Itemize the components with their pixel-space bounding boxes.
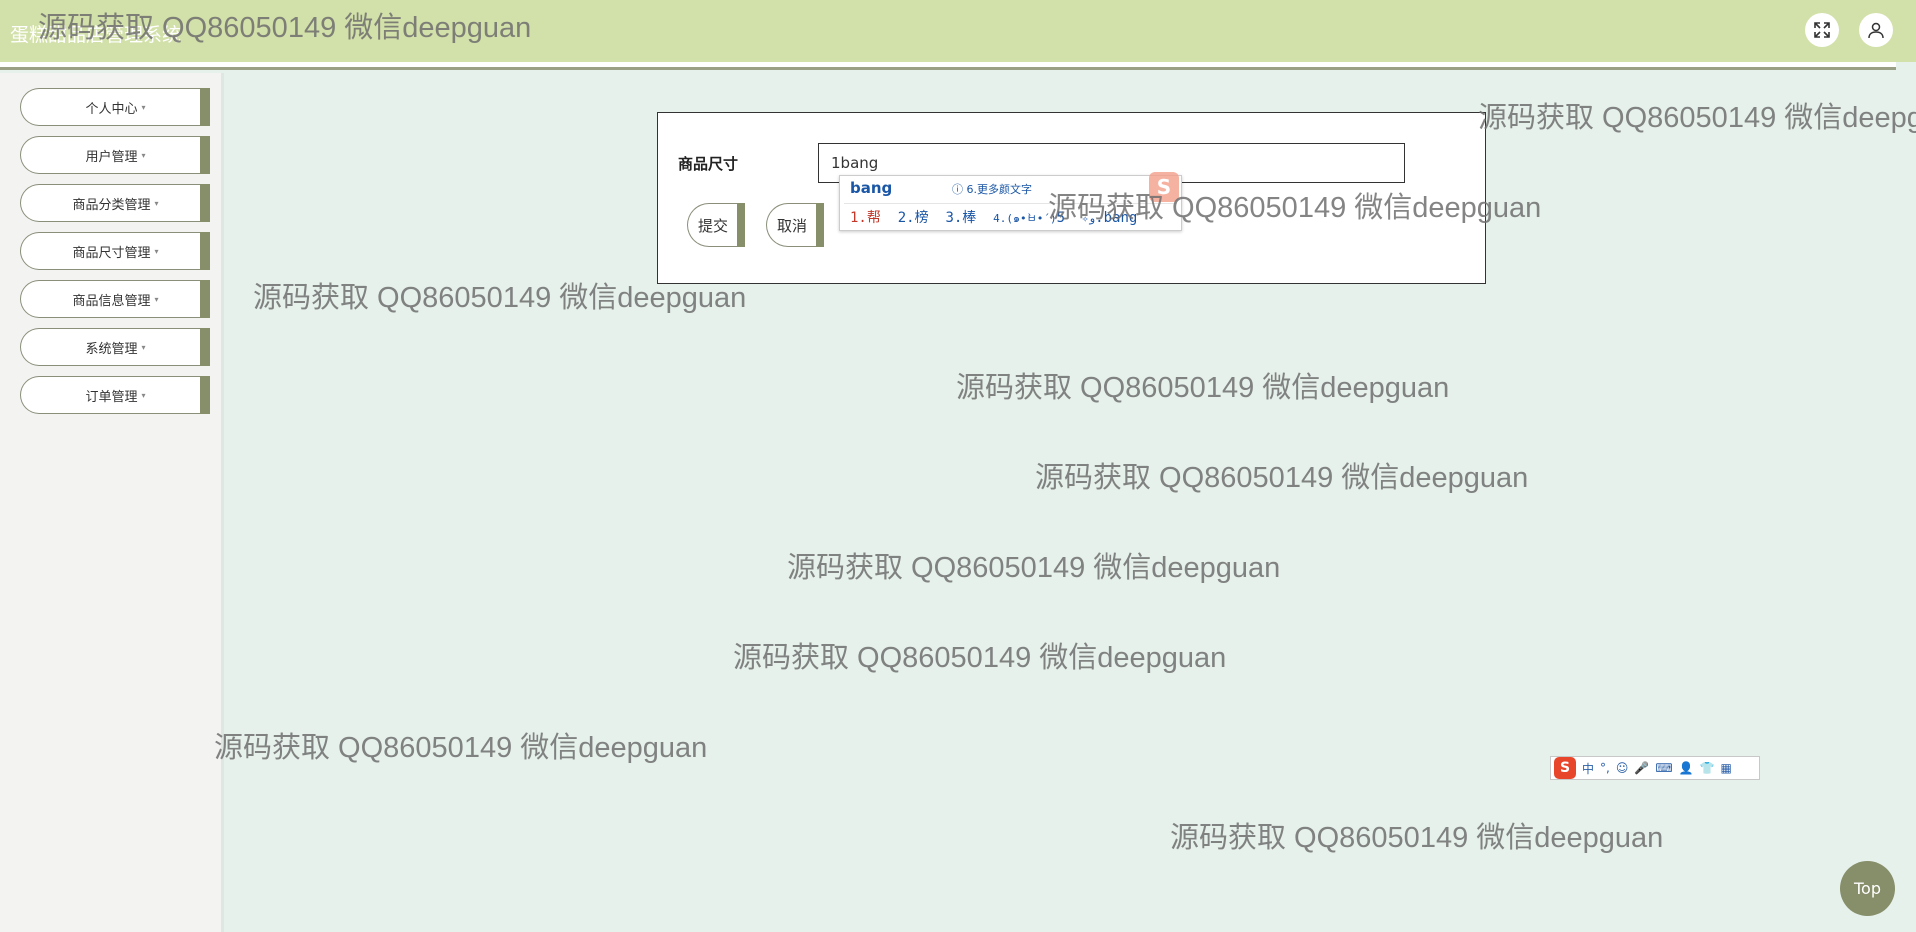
cancel-label: 取消 <box>777 216 808 235</box>
submit-label: 提交 <box>698 216 729 235</box>
chevron-down-icon: ▾ <box>154 294 159 304</box>
watermark: 源码获取 QQ86050149 微信deepguan <box>214 732 708 764</box>
sidebar-item-label: 系统管理 <box>85 341 138 357</box>
toolbox-icon[interactable]: ▦ <box>1721 761 1732 775</box>
punctuation-icon[interactable]: °, <box>1600 761 1610 775</box>
watermark: 源码获取 QQ86050149 微信deepguan <box>733 642 1227 674</box>
ime-candidate[interactable]: 1.帮 <box>850 210 881 226</box>
watermark: 源码获取 QQ86050149 微信deepguan <box>1035 462 1529 494</box>
sidebar-item-label: 商品分类管理 <box>72 197 151 213</box>
sidebar-item-label: 商品信息管理 <box>72 293 151 309</box>
submit-button[interactable]: 提交 <box>687 203 745 247</box>
chevron-down-icon: ▾ <box>141 390 146 400</box>
chevron-down-icon: ▾ <box>141 150 146 160</box>
chevron-down-icon: ▾ <box>154 198 159 208</box>
skin-icon[interactable]: 👕 <box>1700 761 1715 775</box>
sidebar-item-personal-center[interactable]: 个人中心 ▾ <box>20 88 210 126</box>
sidebar-item-label: 用户管理 <box>85 149 138 165</box>
header-divider <box>0 62 1896 70</box>
watermark: 源码获取 QQ86050149 微信deepguan <box>1478 102 1916 134</box>
user-icon <box>1868 22 1884 39</box>
chevron-down-icon: ▾ <box>141 102 146 112</box>
chevron-down-icon: ▾ <box>141 342 146 352</box>
ime-more-hint[interactable]: ⓘ 6.更多颜文字 <box>952 181 1032 197</box>
sidebar-item-system-management[interactable]: 系统管理 ▾ <box>20 328 210 366</box>
sidebar-item-label: 商品尺寸管理 <box>72 245 151 261</box>
sidebar-item-label: 个人中心 <box>85 101 138 117</box>
watermark: 源码获取 QQ86050149 微信deepguan <box>1048 192 1542 224</box>
ime-composition: bang <box>850 179 893 197</box>
watermark: 源码获取 QQ86050149 微信deepguan <box>1170 822 1664 854</box>
sogou-logo-icon[interactable]: S <box>1554 757 1576 779</box>
watermark: 源码获取 QQ86050149 微信deepguan <box>956 372 1450 404</box>
sidebar: 个人中心 ▾ 用户管理 ▾ 商品分类管理 ▾ 商品尺寸管理 ▾ 商品信息管理 ▾ 系统管理… <box>0 73 224 932</box>
ime-status-bar: S 中 °, ☺ 🎤 ⌨ 👤 👕 ▦ <box>1550 756 1760 780</box>
user-icon[interactable]: 👤 <box>1679 761 1694 775</box>
chinese-mode-icon[interactable]: 中 <box>1582 760 1594 777</box>
expand-icon <box>1814 22 1830 38</box>
sidebar-item-user-management[interactable]: 用户管理 ▾ <box>20 136 210 174</box>
sidebar-item-product-management[interactable]: 商品信息管理 ▾ <box>20 280 210 318</box>
watermark: 源码获取 QQ86050149 微信deepguan <box>787 552 1281 584</box>
keyboard-icon[interactable]: ⌨ <box>1655 761 1672 775</box>
sidebar-item-category-management[interactable]: 商品分类管理 ▾ <box>20 184 210 222</box>
cancel-button[interactable]: 取消 <box>766 203 824 247</box>
emoji-icon[interactable]: ☺ <box>1616 761 1629 775</box>
size-field-label: 商品尺寸 <box>678 155 739 173</box>
watermark: 源码获取 QQ86050149 微信deepguan <box>253 282 747 314</box>
ime-candidate[interactable]: 3.棒 <box>945 210 976 226</box>
back-to-top-button[interactable]: Top <box>1840 861 1895 916</box>
user-button[interactable] <box>1859 13 1893 47</box>
chevron-down-icon: ▾ <box>154 246 159 256</box>
sidebar-item-size-management[interactable]: 商品尺寸管理 ▾ <box>20 232 210 270</box>
fullscreen-button[interactable] <box>1805 13 1839 47</box>
sidebar-item-order-management[interactable]: 订单管理 ▾ <box>20 376 210 414</box>
ime-candidate[interactable]: 2.榜 <box>898 210 929 226</box>
sidebar-item-label: 订单管理 <box>85 389 138 405</box>
microphone-icon[interactable]: 🎤 <box>1634 761 1649 775</box>
watermark: 源码获取 QQ86050149 微信deepguan <box>38 12 532 44</box>
